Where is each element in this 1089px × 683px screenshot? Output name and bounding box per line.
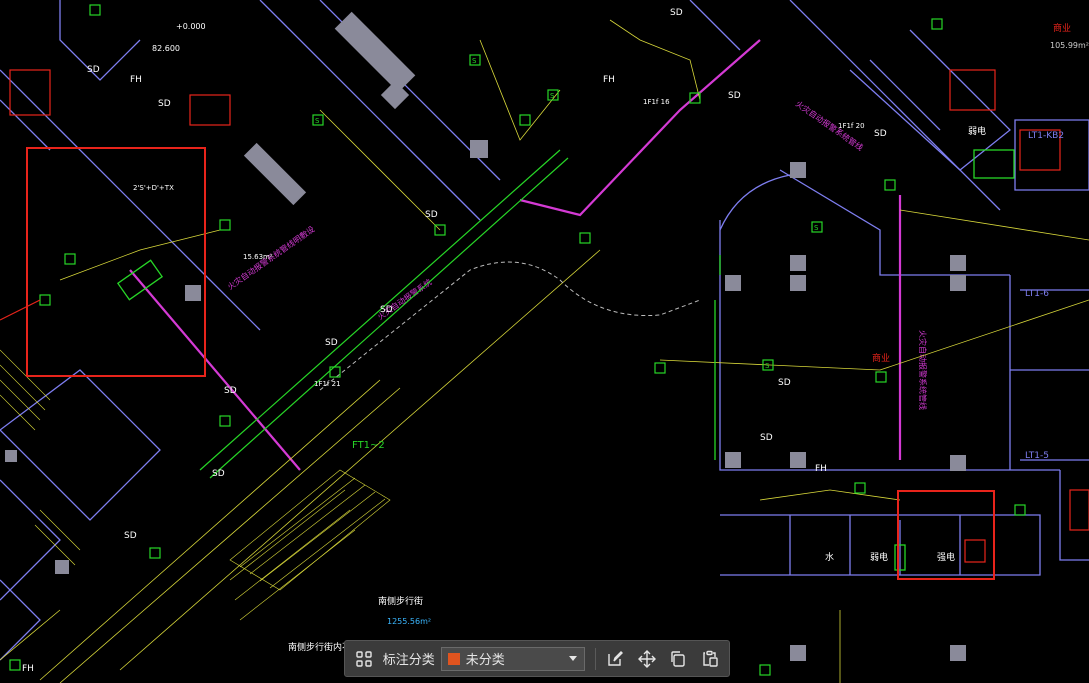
grid-apps-icon[interactable] bbox=[351, 646, 377, 672]
highlight-box-right bbox=[897, 490, 995, 580]
label-lt6: LT1-6 bbox=[1025, 289, 1049, 299]
s-marker-1: S bbox=[472, 57, 477, 65]
s-marker-4: S bbox=[814, 224, 819, 232]
label-sd-3: SD bbox=[425, 210, 438, 220]
label-fh-1: FH bbox=[130, 75, 142, 85]
label-sd-1: SD bbox=[670, 8, 683, 18]
label-elev2: +0.000 bbox=[176, 22, 206, 31]
edit-icon[interactable] bbox=[602, 646, 628, 672]
label-fire-door-3: 1F1f 16 bbox=[643, 98, 670, 106]
label-fire-door-2: 1F1f 20 bbox=[838, 122, 865, 130]
label-room-water: 水 bbox=[825, 551, 834, 563]
s-marker-3: S bbox=[315, 117, 320, 125]
label-lt-b2: LT1-KB2 bbox=[1028, 131, 1064, 141]
label-weak-elec: 弱电 bbox=[968, 125, 986, 137]
label-sd-2: SD bbox=[728, 91, 741, 101]
label-sd-9: SD bbox=[212, 469, 225, 479]
toolbar-divider bbox=[595, 647, 597, 670]
label-corridor: 南侧步行街 bbox=[378, 595, 423, 607]
label-shop: 商业 bbox=[1053, 22, 1071, 34]
category-label: 标注分类 bbox=[382, 653, 435, 668]
label-corridor2: 南侧步行街内不 bbox=[288, 641, 351, 653]
label-sd-6: SD bbox=[778, 378, 791, 388]
label-ft: FT1~2 bbox=[352, 440, 385, 451]
label-area-tag: 15.63m² bbox=[243, 253, 273, 261]
category-select-value: 未分类 bbox=[465, 653, 505, 668]
cad-drawing-canvas[interactable]: 火灾自动报警系统管线 火灾自动报警系统管线明敷设 火灾自动报警系统管线 火灾自动… bbox=[0, 0, 1089, 683]
label-sd-5: SD bbox=[224, 386, 237, 396]
highlight-box-left bbox=[26, 147, 206, 377]
category-select[interactable]: 未分类 bbox=[440, 646, 586, 671]
label-sd-12: SD bbox=[874, 129, 887, 139]
label-room-strong: 强电 bbox=[937, 551, 955, 563]
move-icon[interactable] bbox=[634, 646, 660, 672]
label-fire-door-1: 1F1f 21 bbox=[314, 380, 341, 388]
label-sd-8: SD bbox=[124, 531, 137, 541]
label-sd-4: SD bbox=[380, 305, 393, 315]
label-tx: 2'S'+D'+TX bbox=[133, 184, 174, 192]
label-shop-area: 105.99m² bbox=[1050, 41, 1089, 50]
label-fh-4: FH bbox=[22, 664, 34, 674]
paste-icon[interactable] bbox=[697, 646, 723, 672]
label-fh-2: FH bbox=[603, 75, 615, 85]
s-marker-2: S bbox=[550, 92, 555, 100]
label-sd-13: SD bbox=[325, 338, 338, 348]
label-sd-11: SD bbox=[158, 99, 171, 109]
label-shop-2: 商业 bbox=[872, 352, 890, 364]
category-color-swatch bbox=[447, 652, 460, 665]
label-lt5: LT1-5 bbox=[1025, 451, 1049, 461]
copy-icon[interactable] bbox=[666, 646, 692, 672]
label-elev: 82.600 bbox=[152, 44, 180, 53]
label-sd-10: SD bbox=[87, 65, 100, 75]
label-sd-7: SD bbox=[760, 433, 773, 443]
label-room-weak: 弱电 bbox=[870, 551, 888, 563]
annotation-toolbar: 标注分类 未分类 bbox=[344, 640, 730, 677]
label-corridor-area: 1255.56m² bbox=[387, 617, 431, 626]
label-fh-3: FH bbox=[815, 464, 827, 474]
svg-text:火灾自动报警系统管线: 火灾自动报警系统管线 bbox=[918, 330, 928, 410]
chevron-down-icon bbox=[569, 655, 578, 661]
s-marker-5: S bbox=[765, 362, 770, 370]
